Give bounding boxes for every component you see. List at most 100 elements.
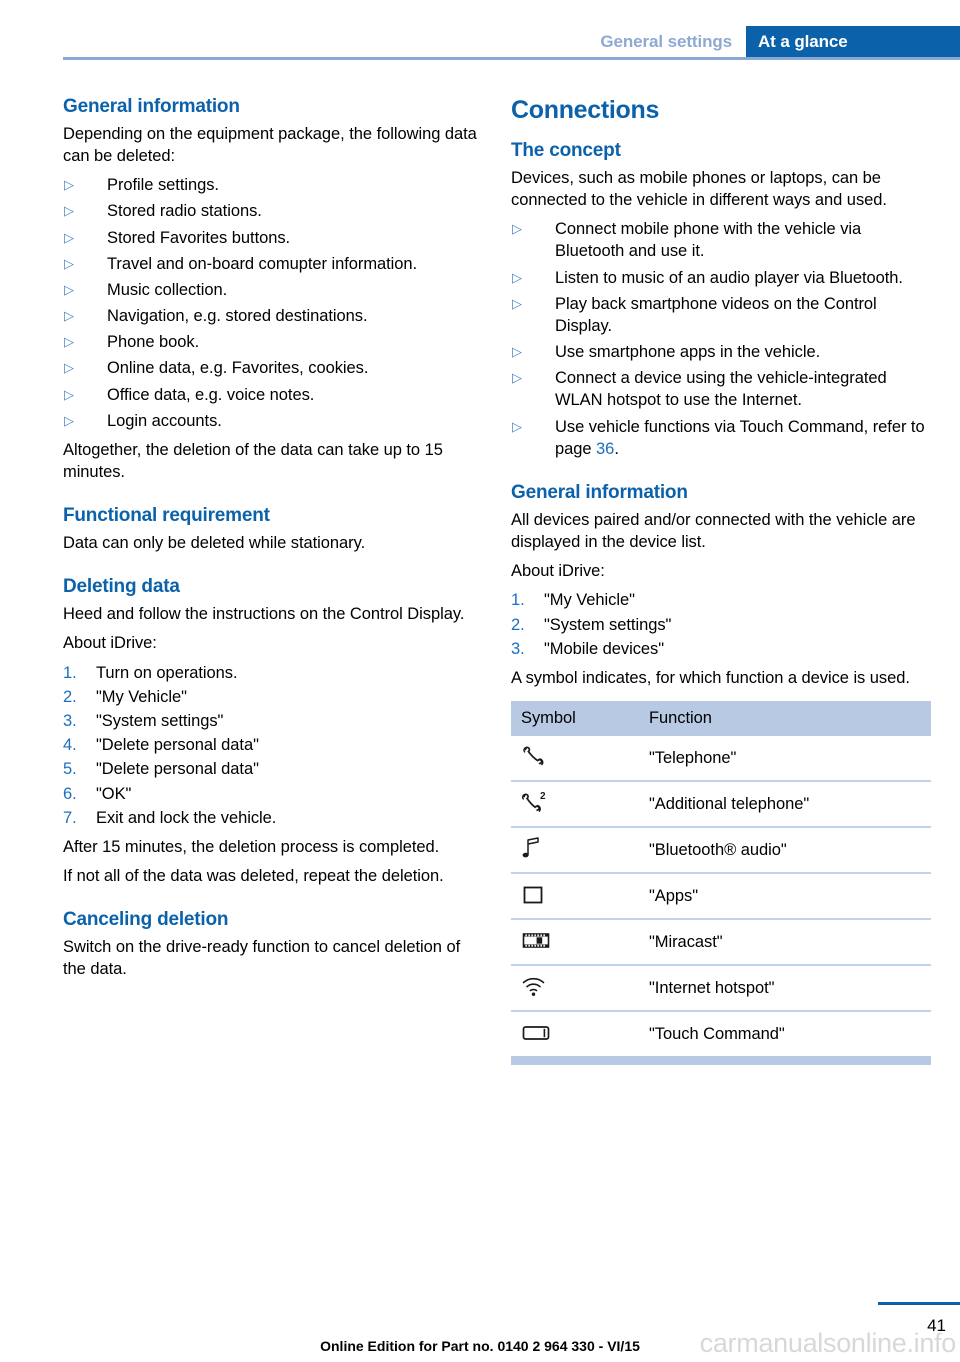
paragraph-deletable-intro: Depending on the equipment package, the … [63,124,477,165]
page-number: 41 [927,1316,946,1335]
step-number: 3. [511,639,525,658]
table-header-symbol: Symbol [511,701,639,737]
paragraph-after-15-minutes: After 15 minutes, the deletion process i… [63,837,440,856]
wifi-icon [521,973,567,999]
table-bottom-bar [511,1056,931,1066]
table-cell-symbol [511,918,639,966]
list-item-label: Navigation, e.g. stored destinations. [107,307,368,326]
list-item-touch-command: ▷ Use vehicle functions via Touch Command… [511,416,931,460]
paragraph-deletion-duration: Altogether, the deletion of the data can… [63,441,443,482]
list-item: ▷ Login accounts. [63,410,483,432]
list-item-label: Connect a device using the vehicle-integ… [555,369,887,410]
list-item-label: "Delete personal data" [96,760,259,779]
table-cell-symbol [511,964,639,1012]
step-number: 1. [511,591,525,610]
film-strip-icon [521,927,567,953]
triangle-bullet-icon: ▷ [512,269,522,285]
list-connection-uses: ▷ Connect mobile phone with the vehicle v… [511,218,931,460]
step-number: 7. [63,808,77,827]
triangle-bullet-icon: ▷ [64,255,74,271]
list-item: ▷ Navigation, e.g. stored destinations. [63,305,483,327]
list-item-label: "Mobile devices" [544,639,665,658]
table-header-function: Function [639,701,931,737]
triangle-bullet-icon: ▷ [64,334,74,350]
triangle-bullet-icon: ▷ [64,386,74,402]
table-cell-function: "Touch Command" [639,1010,931,1057]
table-row: "Telephone" [511,736,931,781]
list-item: 7. Exit and lock the vehicle. [63,807,483,829]
table-cell-symbol: 2 [511,780,639,828]
header-tab-group: General settings At a glance [600,26,960,57]
list-item-label: Exit and lock the vehicle. [96,808,277,827]
paragraph-canceling-deletion: Switch on the drive-ready function to ca… [63,938,461,979]
triangle-bullet-icon: ▷ [64,308,74,324]
table-header-row: Symbol Function [511,701,931,737]
list-item: 4. "Delete personal data" [63,734,483,756]
list-idrive-steps: 1. "My Vehicle" 2. "System settings" 3. "Mo… [511,589,931,660]
step-number: 5. [63,760,77,779]
list-item: ▷ Travel and on-board comupter informatio… [63,253,483,275]
list-item: 1. "My Vehicle" [511,589,931,611]
table-cell-function: "Miracast" [639,918,931,966]
triangle-bullet-icon: ▷ [64,281,74,297]
list-item-label: Stored radio stations. [107,202,262,221]
list-item: 3. "System settings" [63,710,483,732]
table-row: "Bluetooth® audio" [511,826,931,874]
label-about-idrive-left: About iDrive: [63,634,157,653]
heading-deleting-data: Deleting data [63,576,180,598]
step-number: 2. [63,687,77,706]
table-row: "Touch Command" [511,1010,931,1057]
list-item-label: "My Vehicle" [544,591,635,610]
table-cell-symbol [511,736,639,781]
table-cell-function: "Telephone" [649,748,737,767]
list-item: ▷ Connect mobile phone with the vehicle v… [511,218,931,262]
triangle-bullet-icon: ▷ [64,203,74,219]
edition-notice: Online Edition for Part no. 0140 2 964 3… [320,1338,640,1354]
apps-square-icon [521,881,567,907]
list-item-label: Listen to music of an audio player via B… [555,268,903,287]
triangle-bullet-icon: ▷ [512,344,522,360]
page-header: General settings At a glance [0,0,960,62]
right-column: Connections The concept Devices, such as… [511,96,931,1066]
list-item-label-suffix: . [614,439,619,458]
list-item-label: Turn on operations. [96,663,238,682]
list-item-label: Travel and on-board comupter information… [107,254,418,273]
left-column: General information Depending on the equ… [63,96,483,987]
list-item: 6. "OK" [63,783,483,805]
table-row: "Miracast" [511,918,931,966]
list-item: ▷ Play back smartphone videos on the Cont… [511,293,931,337]
list-item-label: Login accounts. [107,411,222,430]
svg-text:2: 2 [540,791,546,802]
table-cell-function: "Additional telephone" [639,780,931,828]
list-item: ▷ Stored Favorites buttons. [63,227,483,249]
list-item-label: "System settings" [96,711,224,730]
tab-at-a-glance[interactable]: At a glance [746,26,960,57]
table-row: "Apps" [511,872,931,920]
page-reference-link[interactable]: 36 [596,440,614,458]
list-item-label: Play back smartphone videos on the Contr… [555,294,877,335]
list-item-label: Music collection. [107,280,228,299]
paragraph-devices-intro: All devices paired and/or connected with… [511,510,916,552]
list-item: ▷ Stored radio stations. [63,200,483,222]
tab-general-settings[interactable]: General settings [600,26,746,57]
symbol-function-table: Symbol Function "Telephone" 2 "Additiona… [511,701,931,1057]
list-item-label: "My Vehicle" [96,687,187,706]
list-item: ▷ Music collection. [63,279,483,301]
touch-command-tablet-icon [521,1019,567,1045]
triangle-bullet-icon: ▷ [64,412,74,428]
step-number: 6. [63,784,77,803]
step-number: 3. [63,711,77,730]
triangle-bullet-icon: ▷ [512,295,522,311]
step-number: 1. [63,663,77,682]
list-deleting-steps: 1. Turn on operations. 2. "My Vehicle" 3. "… [63,662,483,829]
table-cell-function: "Bluetooth® audio" [639,826,931,874]
triangle-bullet-icon: ▷ [512,221,522,237]
list-item: ▷ Profile settings. [63,174,483,196]
list-item: ▷ Connect a device using the vehicle-inte… [511,367,931,411]
triangle-bullet-icon: ▷ [512,418,522,434]
list-item: 5. "Delete personal data" [63,758,483,780]
list-item-label: Office data, e.g. voice notes. [107,385,315,404]
triangle-bullet-icon: ▷ [512,370,522,386]
list-item-label: Use smartphone apps in the vehicle. [555,343,821,362]
list-item-label: "System settings" [544,615,672,634]
